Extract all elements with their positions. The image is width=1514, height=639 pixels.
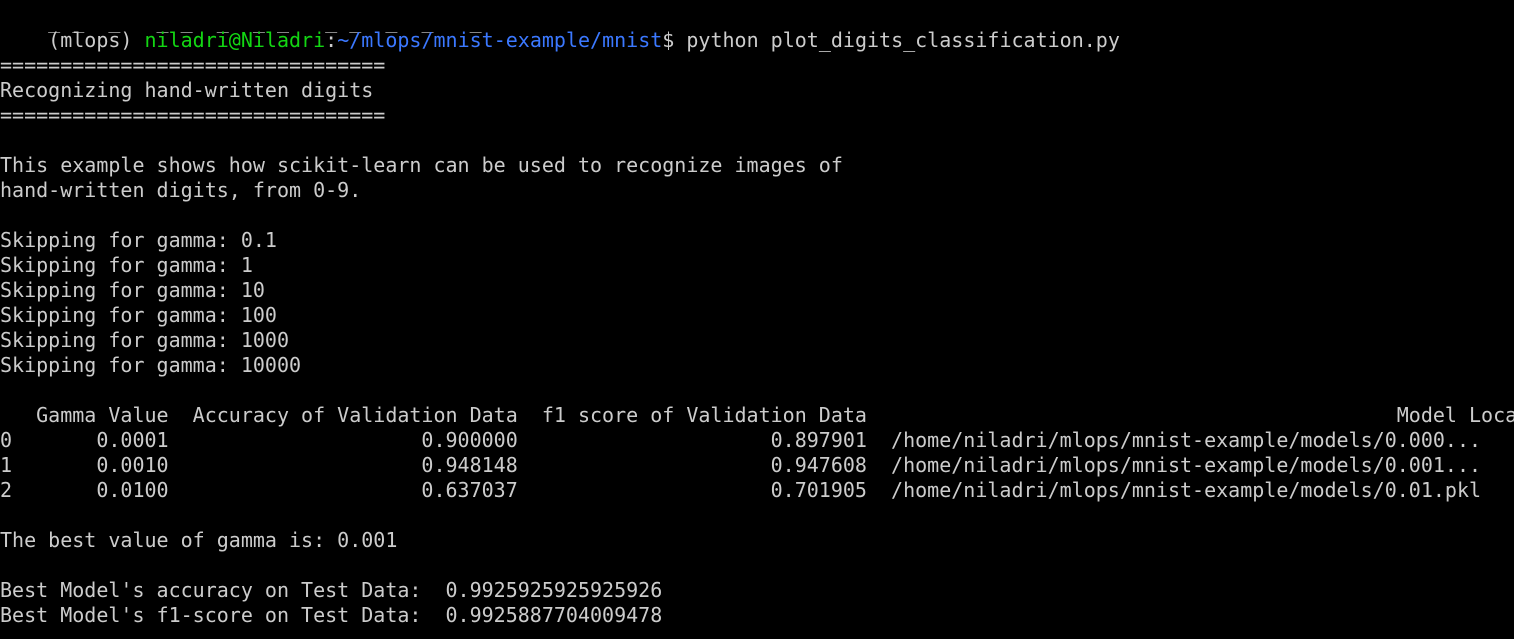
- results-table-row: 2 0.0100 0.637037 0.701905 /home/niladri…: [0, 478, 1482, 502]
- results-table-row: 1 0.0010 0.948148 0.947608 /home/niladri…: [0, 453, 1482, 477]
- skipping-line: Skipping for gamma: 1: [0, 253, 253, 277]
- best-gamma-line: The best value of gamma is: 0.001: [0, 528, 398, 552]
- title-rule-top: ================================: [0, 53, 386, 77]
- prompt-separator: :: [325, 28, 338, 52]
- test-accuracy-line: Best Model's accuracy on Test Data: 0.99…: [0, 578, 663, 602]
- skipping-line: Skipping for gamma: 1000: [0, 328, 289, 352]
- prompt-user-host: niladri@Niladri: [144, 28, 326, 52]
- skipping-line: Skipping for gamma: 0.1: [0, 228, 277, 252]
- prompt-working-directory: ~/mlops/mnist-example/mnist: [337, 28, 663, 52]
- skipping-line: Skipping for gamma: 100: [0, 303, 277, 327]
- command-prompt-line: (mlops) niladri@Niladri:~/mlops/mnist-ex…: [0, 3, 1120, 52]
- results-table-header: Gamma Value Accuracy of Validation Data …: [0, 403, 1514, 427]
- results-table-row: 0 0.0001 0.900000 0.897901 /home/niladri…: [0, 428, 1482, 452]
- command-text[interactable]: python plot_digits_classification.py: [686, 28, 1119, 52]
- description-line-2: hand-written digits, from 0-9.: [0, 178, 362, 202]
- terminal-window[interactable]: _ _ _ _ _ _ _ _ _ _ _ _ _ (mlops) niladr…: [0, 0, 1514, 639]
- output-title: Recognizing hand-written digits: [0, 78, 374, 102]
- skipping-line: Skipping for gamma: 10: [0, 278, 265, 302]
- test-f1-line: Best Model's f1-score on Test Data: 0.99…: [0, 603, 663, 627]
- conda-env-label: (mlops): [48, 28, 133, 52]
- skipping-line: Skipping for gamma: 10000: [0, 353, 302, 377]
- title-rule-bottom: ================================: [0, 103, 386, 127]
- prompt-dollar: $: [662, 28, 675, 52]
- description-line-1: This example shows how scikit-learn can …: [0, 153, 843, 177]
